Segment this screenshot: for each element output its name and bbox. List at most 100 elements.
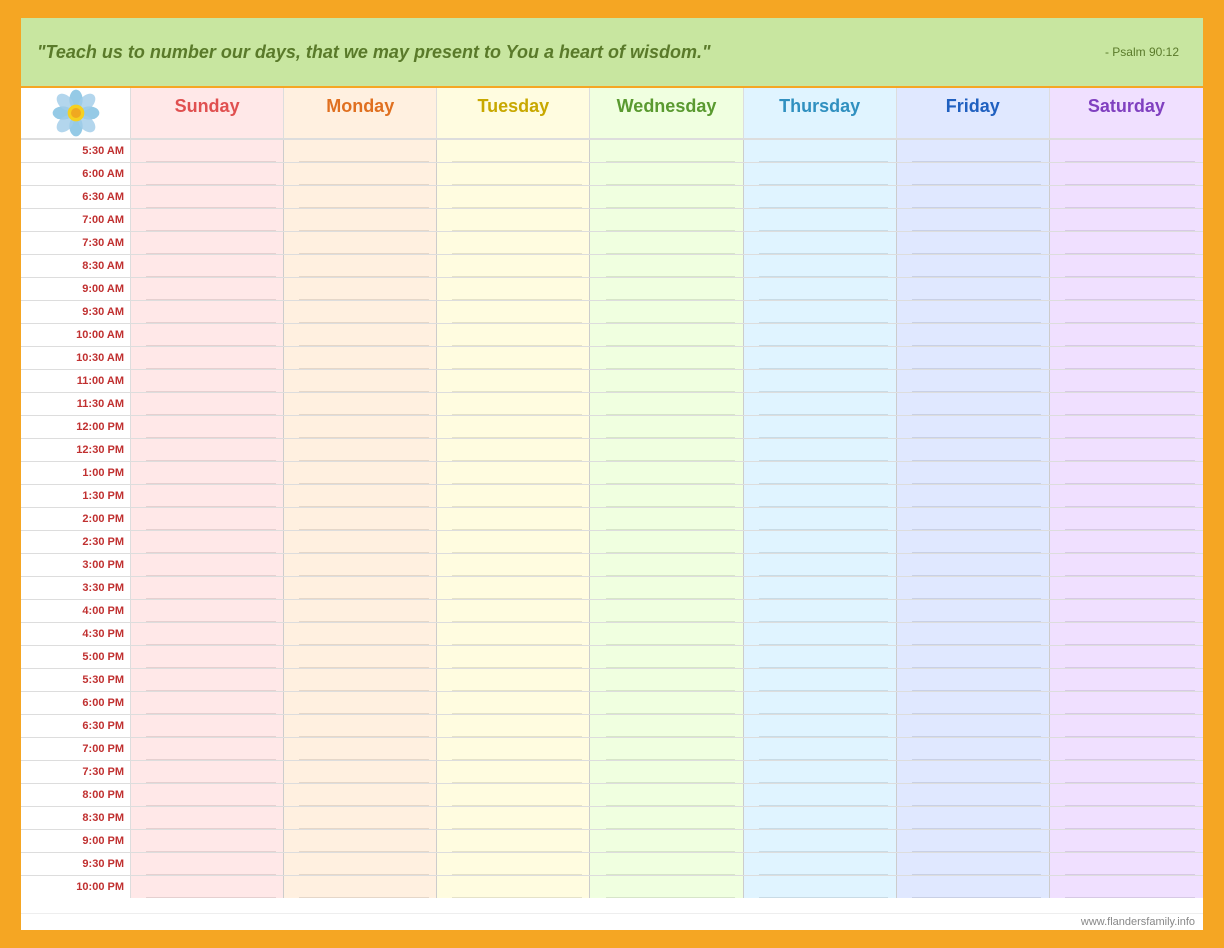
time-cell[interactable] [437, 554, 590, 576]
time-cell[interactable] [437, 577, 590, 599]
time-cell[interactable] [1050, 393, 1203, 415]
time-cell[interactable] [744, 715, 897, 737]
time-cell[interactable] [897, 324, 1050, 346]
time-cell[interactable] [1050, 531, 1203, 553]
time-cell[interactable] [897, 577, 1050, 599]
time-cell[interactable] [284, 255, 437, 277]
time-cell[interactable] [1050, 370, 1203, 392]
time-cell[interactable] [1050, 209, 1203, 231]
time-cell[interactable] [437, 370, 590, 392]
time-cell[interactable] [284, 646, 437, 668]
time-cell[interactable] [131, 370, 284, 392]
time-cell[interactable] [1050, 692, 1203, 714]
time-cell[interactable] [131, 186, 284, 208]
time-cell[interactable] [897, 715, 1050, 737]
time-cell[interactable] [131, 761, 284, 783]
time-cell[interactable] [437, 876, 590, 898]
time-cell[interactable] [131, 255, 284, 277]
time-cell[interactable] [284, 761, 437, 783]
time-cell[interactable] [744, 485, 897, 507]
time-cell[interactable] [1050, 163, 1203, 185]
time-cell[interactable] [744, 370, 897, 392]
time-cell[interactable] [590, 301, 743, 323]
time-cell[interactable] [131, 853, 284, 875]
time-cell[interactable] [897, 301, 1050, 323]
time-cell[interactable] [897, 347, 1050, 369]
time-cell[interactable] [744, 761, 897, 783]
time-cell[interactable] [284, 186, 437, 208]
time-cell[interactable] [1050, 554, 1203, 576]
time-cell[interactable] [284, 853, 437, 875]
time-cell[interactable] [744, 508, 897, 530]
time-cell[interactable] [284, 508, 437, 530]
time-cell[interactable] [897, 232, 1050, 254]
time-cell[interactable] [1050, 600, 1203, 622]
time-cell[interactable] [744, 554, 897, 576]
time-cell[interactable] [590, 876, 743, 898]
time-cell[interactable] [744, 278, 897, 300]
time-cell[interactable] [744, 577, 897, 599]
time-cell[interactable] [437, 140, 590, 162]
time-cell[interactable] [590, 278, 743, 300]
time-cell[interactable] [131, 876, 284, 898]
time-cell[interactable] [131, 646, 284, 668]
time-cell[interactable] [897, 876, 1050, 898]
time-cell[interactable] [897, 853, 1050, 875]
time-cell[interactable] [897, 508, 1050, 530]
time-cell[interactable] [284, 784, 437, 806]
time-cell[interactable] [437, 186, 590, 208]
time-cell[interactable] [744, 853, 897, 875]
time-cell[interactable] [1050, 876, 1203, 898]
time-cell[interactable] [437, 278, 590, 300]
time-cell[interactable] [131, 140, 284, 162]
time-cell[interactable] [897, 830, 1050, 852]
time-cell[interactable] [437, 738, 590, 760]
time-cell[interactable] [897, 531, 1050, 553]
time-cell[interactable] [1050, 715, 1203, 737]
time-cell[interactable] [131, 485, 284, 507]
time-cell[interactable] [744, 784, 897, 806]
time-cell[interactable] [437, 531, 590, 553]
time-cell[interactable] [744, 623, 897, 645]
time-cell[interactable] [437, 255, 590, 277]
time-cell[interactable] [284, 692, 437, 714]
time-cell[interactable] [590, 531, 743, 553]
time-cell[interactable] [437, 347, 590, 369]
time-cell[interactable] [284, 370, 437, 392]
time-cell[interactable] [897, 485, 1050, 507]
time-cell[interactable] [744, 324, 897, 346]
time-cell[interactable] [744, 531, 897, 553]
time-cell[interactable] [1050, 577, 1203, 599]
time-cell[interactable] [590, 646, 743, 668]
time-cell[interactable] [590, 692, 743, 714]
time-cell[interactable] [744, 600, 897, 622]
time-cell[interactable] [437, 807, 590, 829]
time-cell[interactable] [284, 600, 437, 622]
time-cell[interactable] [897, 416, 1050, 438]
time-cell[interactable] [284, 301, 437, 323]
time-cell[interactable] [1050, 186, 1203, 208]
time-cell[interactable] [1050, 232, 1203, 254]
time-cell[interactable] [131, 232, 284, 254]
time-cell[interactable] [131, 462, 284, 484]
time-cell[interactable] [284, 462, 437, 484]
time-cell[interactable] [1050, 278, 1203, 300]
time-cell[interactable] [590, 485, 743, 507]
time-cell[interactable] [590, 393, 743, 415]
time-cell[interactable] [284, 531, 437, 553]
time-cell[interactable] [590, 738, 743, 760]
time-cell[interactable] [897, 462, 1050, 484]
time-cell[interactable] [131, 416, 284, 438]
time-cell[interactable] [131, 554, 284, 576]
time-cell[interactable] [437, 209, 590, 231]
time-cell[interactable] [590, 600, 743, 622]
time-cell[interactable] [590, 669, 743, 691]
time-cell[interactable] [284, 209, 437, 231]
time-cell[interactable] [590, 554, 743, 576]
time-cell[interactable] [1050, 324, 1203, 346]
time-cell[interactable] [131, 508, 284, 530]
time-cell[interactable] [284, 577, 437, 599]
time-cell[interactable] [590, 163, 743, 185]
time-cell[interactable] [897, 761, 1050, 783]
time-cell[interactable] [284, 876, 437, 898]
